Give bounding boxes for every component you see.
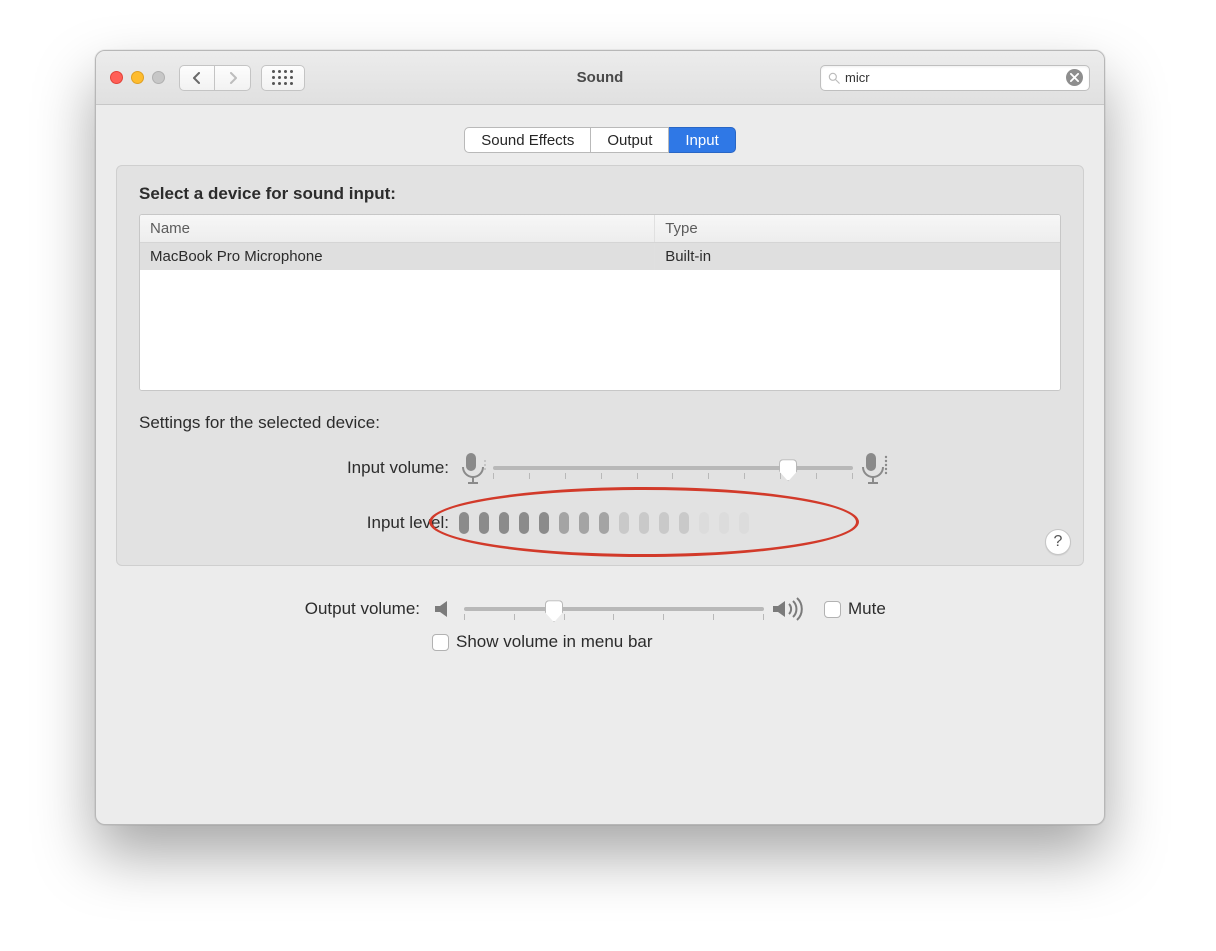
mute-checkbox[interactable] <box>824 601 841 618</box>
tab-label: Sound Effects <box>481 132 574 149</box>
level-segment <box>599 512 609 534</box>
level-segment <box>679 512 689 534</box>
show-volume-checkbox[interactable] <box>432 634 449 651</box>
level-segment <box>699 512 709 534</box>
grid-icon <box>272 70 294 86</box>
column-type[interactable]: Type <box>655 215 1060 242</box>
volume-high-icon <box>770 596 806 622</box>
input-volume-row: Input volume: <box>139 451 1061 485</box>
volume-low-icon <box>432 596 458 622</box>
level-segment <box>579 512 589 534</box>
column-name[interactable]: Name <box>140 215 655 242</box>
input-volume-slider[interactable] <box>493 455 853 481</box>
level-segment <box>479 512 489 534</box>
table-empty-space <box>140 270 1060 390</box>
titlebar: Sound <box>96 51 1104 105</box>
close-icon[interactable] <box>110 71 123 84</box>
tab-output[interactable]: Output <box>591 127 669 153</box>
device-name: MacBook Pro Microphone <box>140 243 655 270</box>
zoom-icon <box>152 71 165 84</box>
tab-input[interactable]: Input <box>669 127 735 153</box>
tab-label: Input <box>685 132 718 149</box>
show-volume-label: Show volume in menu bar <box>456 632 653 652</box>
input-level-meter <box>459 511 749 535</box>
chevron-right-icon <box>228 72 238 84</box>
search-field[interactable] <box>820 65 1090 91</box>
device-type: Built-in <box>655 243 1060 270</box>
input-volume-label: Input volume: <box>139 458 459 478</box>
table-row[interactable]: MacBook Pro Microphone Built-in <box>140 243 1060 270</box>
show-volume-row: Show volume in menu bar <box>116 632 1084 652</box>
device-table: Name Type MacBook Pro Microphone Built-i… <box>139 214 1061 391</box>
microphone-low-icon <box>459 451 487 485</box>
output-volume-label: Output volume: <box>116 599 432 619</box>
sound-preferences-window: Sound Sound Effects Output Input <box>95 50 1105 825</box>
nav-buttons <box>179 65 251 91</box>
level-segment <box>459 512 469 534</box>
chevron-left-icon <box>192 72 202 84</box>
help-icon: ? <box>1054 533 1063 551</box>
close-icon <box>1070 73 1079 82</box>
input-level-label: Input level: <box>139 513 459 533</box>
back-button[interactable] <box>179 65 215 91</box>
tab-sound-effects[interactable]: Sound Effects <box>464 127 591 153</box>
footer: Output volume: <box>96 576 1104 672</box>
clear-search-button[interactable] <box>1066 69 1083 86</box>
mute-label: Mute <box>848 599 886 619</box>
table-header: Name Type <box>140 215 1060 243</box>
input-device-heading: Select a device for sound input: <box>139 184 1061 204</box>
show-all-button[interactable] <box>261 65 305 91</box>
level-segment <box>499 512 509 534</box>
input-panel: Select a device for sound input: Name Ty… <box>116 165 1084 566</box>
device-settings-heading: Settings for the selected device: <box>139 413 1061 433</box>
level-segment <box>739 512 749 534</box>
search-input[interactable] <box>841 66 1066 90</box>
window-controls <box>110 71 165 84</box>
level-segment <box>659 512 669 534</box>
level-segment <box>619 512 629 534</box>
output-volume-slider[interactable] <box>464 596 764 622</box>
tab-bar: Sound Effects Output Input <box>116 127 1084 153</box>
level-segment <box>559 512 569 534</box>
level-segment <box>519 512 529 534</box>
input-level-row: Input level: <box>139 511 1061 535</box>
output-volume-row: Output volume: <box>116 596 1084 622</box>
minimize-icon[interactable] <box>131 71 144 84</box>
level-segment <box>639 512 649 534</box>
help-button[interactable]: ? <box>1045 529 1071 555</box>
microphone-high-icon <box>859 451 889 485</box>
forward-button[interactable] <box>215 65 251 91</box>
search-icon <box>827 71 841 85</box>
level-segment <box>539 512 549 534</box>
level-segment <box>719 512 729 534</box>
tab-label: Output <box>607 132 652 149</box>
